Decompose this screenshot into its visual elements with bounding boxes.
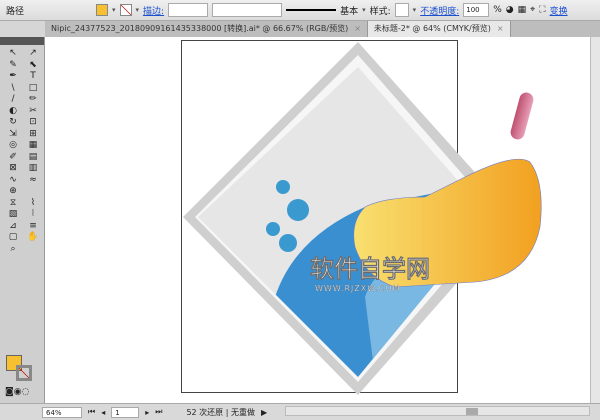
style-swatch[interactable]: [394, 3, 409, 17]
tool-button[interactable]: \: [4, 83, 22, 95]
tool-button[interactable]: ↗: [24, 48, 42, 60]
tool-button[interactable]: ⊕: [4, 186, 22, 198]
tool-button[interactable]: ▤: [24, 152, 42, 164]
opacity-field[interactable]: 100: [463, 3, 490, 17]
tool-button[interactable]: ✋: [24, 232, 42, 244]
tool-button[interactable]: ⊡: [24, 117, 42, 129]
recolor-icon[interactable]: ◕: [506, 5, 514, 15]
tool-button[interactable]: ⬉: [24, 60, 42, 72]
tool-button[interactable]: ✐: [4, 152, 22, 164]
tool-button[interactable]: ◐: [4, 106, 22, 118]
tool-button[interactable]: ⦚: [24, 209, 42, 221]
document-tabs: Nipic_24377523_20180909161435338000 [转换]…: [45, 21, 600, 37]
last-page-icon[interactable]: ⏭: [155, 407, 162, 417]
tool-button[interactable]: [24, 186, 42, 198]
watermark-url: WWW.RJZXW.COM: [315, 284, 401, 293]
first-page-icon[interactable]: ⏮: [88, 407, 95, 417]
close-icon[interactable]: ×: [354, 24, 361, 33]
canvas[interactable]: 软件自学网 WWW.RJZXW.COM: [45, 37, 590, 403]
tool-button[interactable]: ▧: [4, 209, 22, 221]
stroke-link[interactable]: 描边:: [143, 4, 164, 17]
select-similar-icon[interactable]: ⌖: [530, 5, 535, 15]
tool-button[interactable]: ✂: [24, 106, 42, 118]
mode-label: 路径: [6, 6, 25, 17]
horizontal-scrollbar[interactable]: [285, 406, 590, 416]
close-icon[interactable]: ×: [497, 24, 504, 33]
tool-button[interactable]: ⊠: [4, 163, 22, 175]
tool-button[interactable]: ✒: [4, 71, 22, 83]
tool-button[interactable]: T: [24, 71, 42, 83]
next-page-icon[interactable]: ▸: [145, 408, 149, 417]
toolbox: ↖ ↗ ✎ ⬉ ✒ T \ □ / ✏ ◐ ✂ ↻ ⊡ ⇲ ⊞ ◎ ▦ ✐ ▤ ⊠ ▥ ∿ ≈ ⊕ ⧖ ⌇ ▧ ⦚ ⊿ ≡ ▢ ✋ ⌕ ◙◉◌: [0, 37, 45, 403]
tool-button[interactable]: ∿: [4, 175, 22, 187]
tool-button[interactable]: [24, 244, 42, 256]
tool-button[interactable]: ⌇: [24, 198, 42, 210]
opacity-link[interactable]: 不透明度:: [420, 4, 459, 17]
tool-button[interactable]: ≡: [24, 221, 42, 233]
tool-button[interactable]: ✎: [4, 60, 22, 72]
tool-button[interactable]: ⧖: [4, 198, 22, 210]
stroke-style-select[interactable]: 基本: [340, 4, 358, 17]
watermark-title: 软件自学网: [310, 255, 430, 283]
tool-button[interactable]: ▢: [4, 232, 22, 244]
fill-swatch[interactable]: [96, 4, 109, 16]
tool-button[interactable]: ◎: [4, 140, 22, 152]
artwork: 软件自学网 WWW.RJZXW.COM: [183, 42, 542, 395]
tool-button[interactable]: ▦: [24, 140, 42, 152]
zoom-select[interactable]: 64%: [42, 406, 82, 418]
tool-button[interactable]: ⊞: [24, 129, 42, 141]
prev-page-icon[interactable]: ◂: [101, 408, 105, 417]
drawing-modes-icon[interactable]: ◙◉◌: [5, 387, 29, 397]
brush-handle: [510, 92, 534, 140]
transform-link[interactable]: 变换: [550, 4, 568, 17]
stroke-swatch[interactable]: [119, 4, 132, 16]
chevron-down-icon[interactable]: ▾: [136, 6, 140, 14]
status-message: 52 次还原 | 无重做: [186, 407, 255, 417]
percent-label: %: [493, 5, 502, 15]
tool-button[interactable]: ▥: [24, 163, 42, 175]
tab-untitled-2[interactable]: 未标题-2* @ 64% (CMYK/预览) ×: [367, 21, 511, 37]
chevron-down-icon[interactable]: ▾: [112, 6, 116, 14]
vertical-scrollbar[interactable]: [590, 37, 600, 403]
variable-width-select[interactable]: [212, 3, 283, 17]
isolate-icon[interactable]: ⛶: [539, 5, 545, 15]
stroke-color-box[interactable]: [16, 365, 32, 381]
tool-button[interactable]: ↖: [4, 48, 22, 60]
tool-button[interactable]: ⊿: [4, 221, 22, 233]
tool-button[interactable]: ⇲: [4, 129, 22, 141]
tool-button[interactable]: /: [4, 94, 22, 106]
stroke-weight-field[interactable]: [168, 3, 209, 17]
toolbox-header[interactable]: [0, 37, 44, 45]
page-select[interactable]: 1: [111, 406, 140, 418]
tool-button[interactable]: ✏: [24, 94, 42, 106]
tool-button[interactable]: □: [24, 83, 42, 95]
align-icon[interactable]: ▦: [518, 5, 527, 15]
stroke-profile-icon: [286, 9, 337, 11]
control-bar: 路径 ▾ ▾ 描边: 基本 ▾ 样式: ▾ 不透明度: 100 % ◕ ▦ ⌖ ⛶…: [0, 0, 600, 21]
tool-button[interactable]: ⌕: [4, 244, 22, 256]
status-menu-icon[interactable]: ▶: [261, 408, 267, 417]
tab-nipic-document[interactable]: Nipic_24377523_20180909161435338000 [转换]…: [45, 21, 368, 37]
scroll-thumb[interactable]: [466, 408, 478, 415]
tool-button[interactable]: ↻: [4, 117, 22, 129]
style-label: 样式:: [369, 6, 391, 17]
tool-button[interactable]: ≈: [24, 175, 42, 187]
